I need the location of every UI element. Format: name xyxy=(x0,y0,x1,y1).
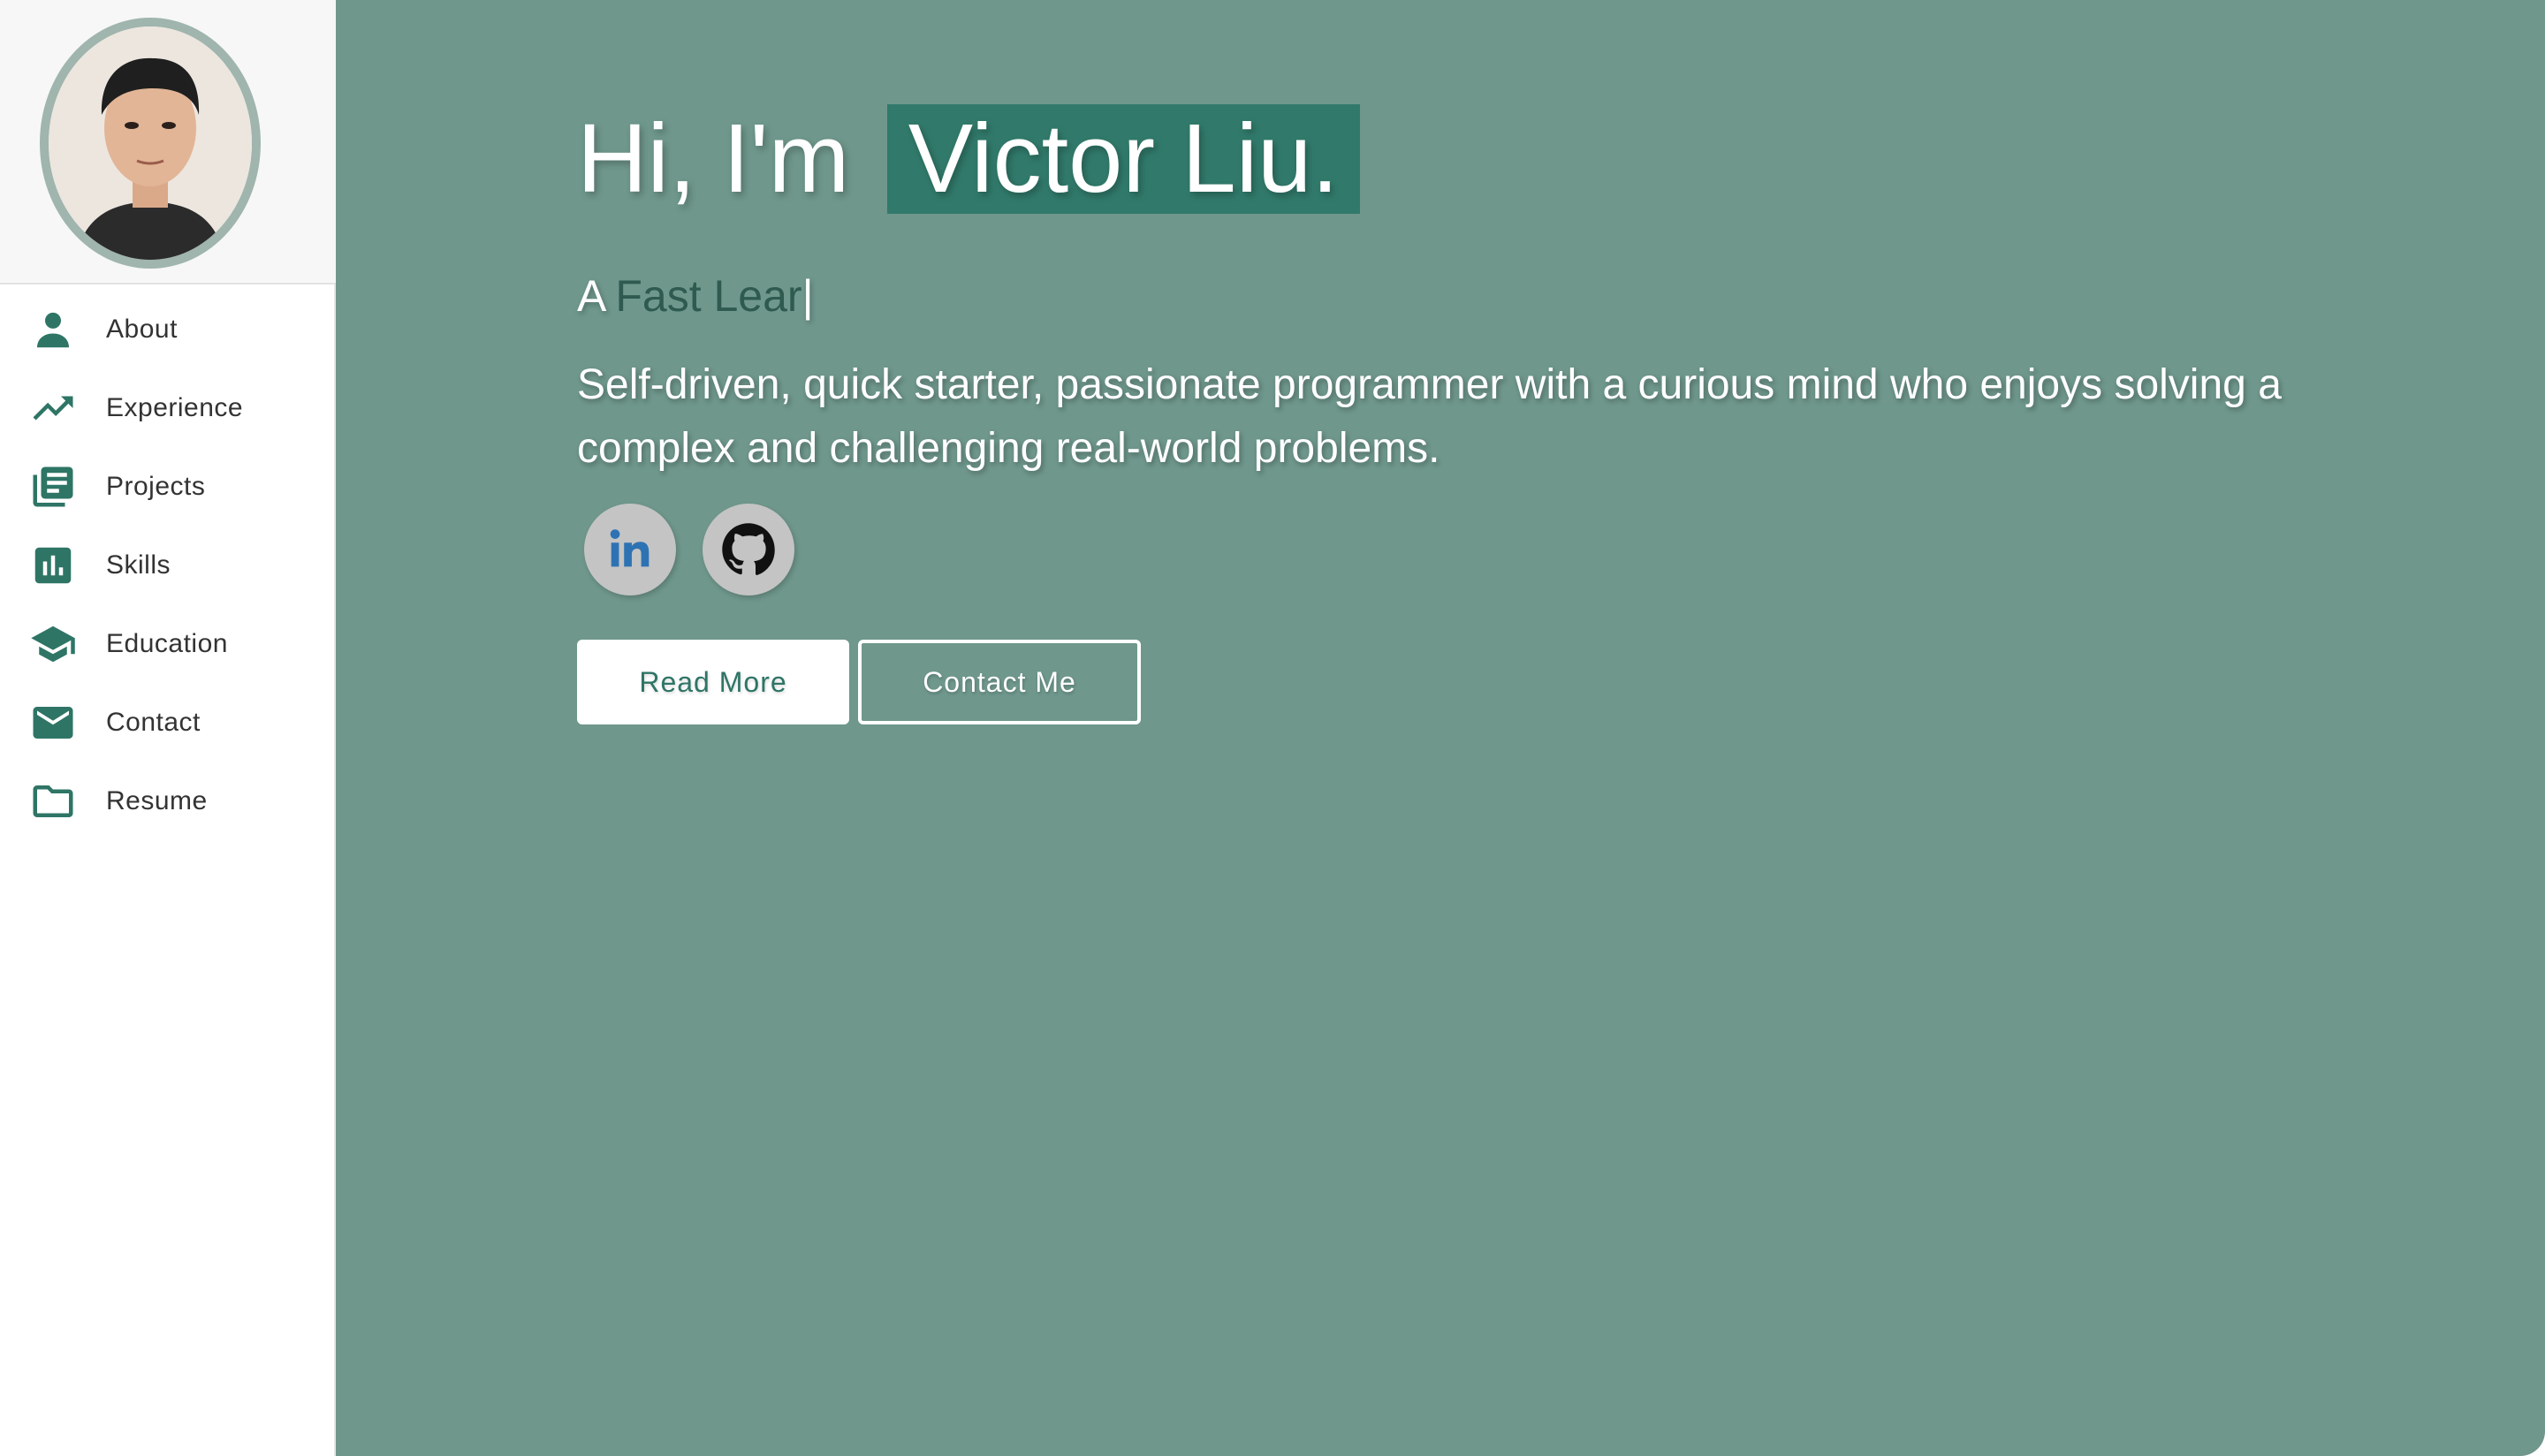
sidebar-item-label: Contact xyxy=(106,707,201,737)
sidebar: About Experience Projects Skills Educati… xyxy=(0,0,336,1456)
sidebar-item-skills[interactable]: Skills xyxy=(0,526,336,604)
sidebar-item-label: Resume xyxy=(106,785,208,815)
trending-up-icon xyxy=(28,383,78,433)
hero-actions: Read More Contact Me xyxy=(577,640,1141,724)
graduation-cap-icon xyxy=(28,619,78,669)
sidebar-header xyxy=(0,0,336,284)
github-link[interactable] xyxy=(703,504,794,595)
sidebar-item-contact[interactable]: Contact xyxy=(0,683,336,762)
sidebar-item-label: Education xyxy=(106,628,228,658)
envelope-icon xyxy=(28,698,78,747)
avatar-portrait xyxy=(49,27,252,260)
sidebar-item-resume[interactable]: Resume xyxy=(0,762,336,840)
linkedin-icon xyxy=(610,529,650,567)
github-icon xyxy=(722,523,775,575)
typed-word: Fast Lear xyxy=(615,271,802,321)
sidebar-item-education[interactable]: Education xyxy=(0,604,336,683)
sidebar-item-projects[interactable]: Projects xyxy=(0,447,336,526)
hero-name: Victor Liu. xyxy=(886,104,1360,214)
sidebar-item-about[interactable]: About xyxy=(0,290,336,368)
hero-heading: Hi, I'm Victor Liu. xyxy=(577,104,1360,214)
avatar xyxy=(40,18,261,269)
typing-cursor: | xyxy=(801,271,814,321)
read-more-button[interactable]: Read More xyxy=(577,640,849,724)
bar-chart-icon xyxy=(28,541,78,590)
greeting-prefix: Hi, I'm xyxy=(577,104,850,213)
sidebar-item-label: Skills xyxy=(106,550,171,580)
social-links xyxy=(577,504,794,595)
sidebar-item-label: About xyxy=(106,314,178,344)
person-icon xyxy=(28,305,78,354)
portfolio-page: About Experience Projects Skills Educati… xyxy=(0,0,2545,1456)
linkedin-link[interactable] xyxy=(584,504,676,595)
sidebar-item-label: Projects xyxy=(106,471,206,501)
library-books-icon xyxy=(28,462,78,512)
sidebar-nav: About Experience Projects Skills Educati… xyxy=(0,290,336,840)
folder-icon xyxy=(28,777,78,826)
hero-section: Hi, I'm Victor Liu. A Fast Lear| Self-dri… xyxy=(336,0,2545,1456)
hero-bio: Self-driven, quick starter, passionate p… xyxy=(577,361,2282,472)
contact-me-button[interactable]: Contact Me xyxy=(858,640,1141,724)
sidebar-item-experience[interactable]: Experience xyxy=(0,368,336,447)
sidebar-item-label: Experience xyxy=(106,392,244,422)
typed-prefix: A xyxy=(577,271,607,321)
typed-tagline: A Fast Lear| xyxy=(577,270,814,322)
